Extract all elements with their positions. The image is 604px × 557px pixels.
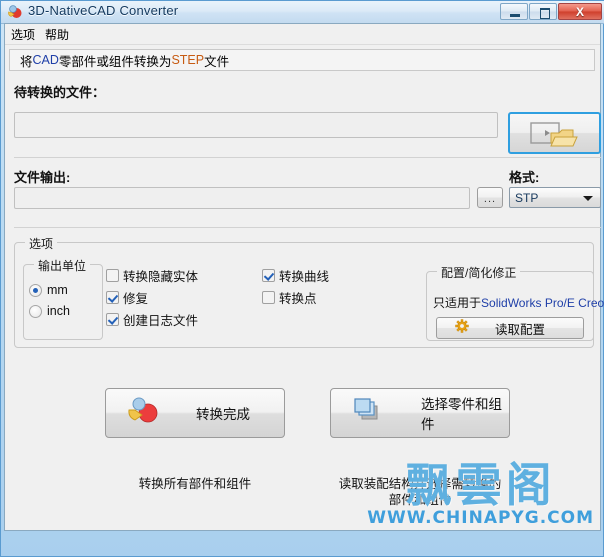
radio-unit-inch-label: inch [47, 304, 70, 318]
chevron-down-icon [583, 196, 593, 201]
format-value: STP [515, 190, 539, 205]
config-note-prefix: 只适用于 [433, 296, 482, 310]
radio-unit-mm[interactable]: mm [29, 283, 68, 297]
checkbox-indicator-repair [106, 291, 119, 304]
output-file-label: 文件输出: [14, 170, 71, 185]
browse-input-button[interactable] [508, 112, 601, 154]
description-step: STEP [171, 53, 205, 67]
output-unit-group: 输出单位 [23, 257, 103, 340]
checkbox-label-curves: 转换曲线 [279, 270, 330, 284]
checkbox-convert-hidden-solids[interactable]: 转换隐藏实体 [106, 266, 198, 285]
format-select[interactable]: STP [509, 187, 601, 208]
output-file-field[interactable] [14, 187, 470, 209]
select-parts-button[interactable]: 选择零件和组件 [330, 388, 510, 438]
window-title: 3D-NativeCAD Converter [28, 3, 179, 18]
read-config-label: 读取配置 [495, 322, 546, 337]
output-unit-group-title: 输出单位 [34, 257, 91, 274]
checkbox-indicator-points [262, 291, 275, 304]
description-cad: CAD [32, 53, 59, 67]
select-parts-button-label: 选择零件和组件 [421, 397, 502, 432]
cubes-icon [353, 396, 387, 431]
description-bar: 将 CAD 零部件或组件转换为 STEP 文件 [9, 49, 595, 71]
select-parts-caption: 读取装配结构并选择需转换的 部件和组件 [315, 476, 525, 508]
divider-1 [14, 157, 601, 158]
config-group-title: 配置/简化修正 [437, 264, 521, 281]
window-controls: X [500, 3, 602, 21]
checkbox-indicator-log-file [106, 313, 119, 326]
input-file-label: 待转换的文件： [14, 85, 106, 100]
radio-unit-inch[interactable]: inch [29, 304, 70, 318]
config-note-apps: SolidWorks Pro/E Creo [481, 296, 604, 310]
application-window: 3D-NativeCAD Converter X 选项 帮助 将 CAD 零部件或组… [0, 0, 604, 557]
close-button[interactable]: X [558, 3, 602, 20]
minimize-button[interactable] [500, 3, 528, 20]
options-group-title: 选项 [25, 235, 58, 252]
menu-bar: 选项 帮助 [5, 24, 600, 45]
checkbox-label-hidden-solids: 转换隐藏实体 [123, 270, 199, 284]
radio-indicator-inch [29, 304, 42, 318]
watermark-url: WWW.CHINAPYG.COM [367, 508, 594, 528]
checkbox-indicator-curves [262, 269, 275, 282]
folder-open-icon [530, 121, 582, 154]
checkbox-label-points: 转换点 [279, 292, 317, 306]
config-note: 只适用于SolidWorks Pro/E Creo [433, 294, 604, 311]
divider-2 [14, 227, 601, 228]
checkbox-indicator-hidden-solids [106, 269, 119, 282]
checkbox-convert-points[interactable]: 转换点 [262, 288, 317, 307]
convert-caption: 转换所有部件和组件 [138, 477, 252, 491]
checkbox-create-log-file[interactable]: 创建日志文件 [106, 310, 198, 329]
app-sphere-icon [7, 4, 23, 20]
title-bar: 3D-NativeCAD Converter X [1, 1, 604, 24]
convert-button[interactable]: 转换完成 [105, 388, 285, 438]
close-icon: X [575, 4, 584, 19]
checkbox-repair[interactable]: 修复 [106, 288, 148, 307]
radio-indicator-mm [29, 283, 42, 297]
checkbox-convert-curves[interactable]: 转换曲线 [262, 266, 329, 285]
maximize-button[interactable] [529, 3, 557, 20]
gear-icon [455, 318, 469, 338]
description-prefix: 将 [20, 54, 33, 69]
description-suffix: 文件 [204, 54, 230, 69]
radio-unit-mm-label: mm [47, 283, 68, 297]
select-parts-caption-line1: 读取装配结构并选择需转换的 [338, 477, 502, 491]
input-file-field[interactable] [14, 112, 498, 138]
format-label: 格式: [509, 170, 540, 185]
menu-help[interactable]: 帮助 [45, 26, 69, 43]
checkbox-label-log-file: 创建日志文件 [123, 314, 199, 328]
description-middle: 零部件或组件转换为 [58, 54, 172, 69]
select-parts-caption-line2: 部件和组件 [388, 493, 452, 507]
browse-output-button[interactable]: ... [477, 187, 503, 208]
client-area: 选项 帮助 将 CAD 零部件或组件转换为 STEP 文件 待转换的文件： 文件输出: … [4, 23, 604, 531]
menu-options[interactable]: 选项 [11, 26, 35, 43]
convert-spheres-icon [128, 396, 162, 431]
convert-button-label: 转换完成 [196, 407, 250, 422]
checkbox-label-repair: 修复 [123, 292, 149, 306]
read-config-button[interactable]: 读取配置 [436, 317, 584, 339]
